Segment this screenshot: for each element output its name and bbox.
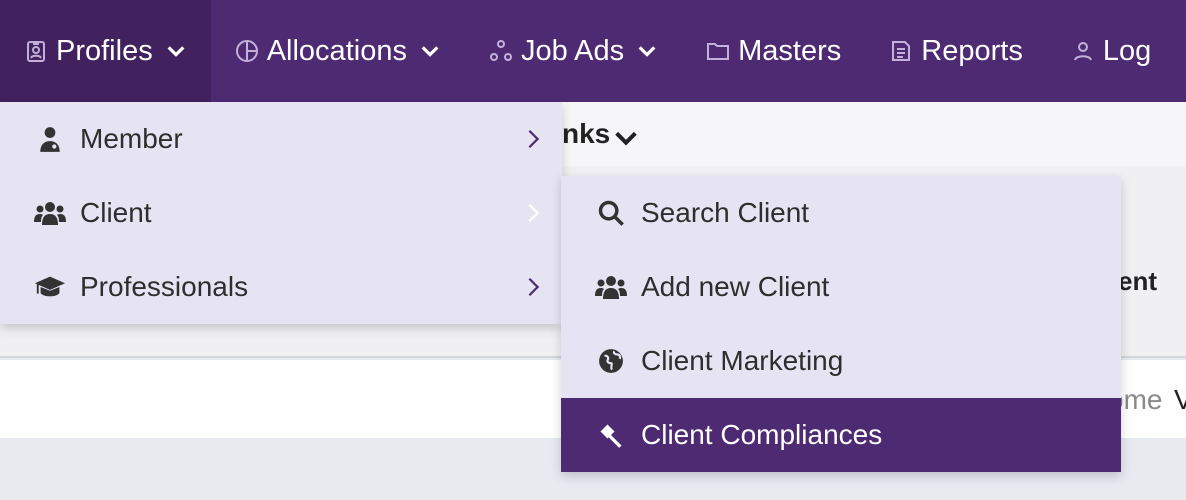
submenu-add-new-client[interactable]: Add new Client	[561, 250, 1121, 324]
users-icon	[34, 197, 66, 229]
pie-chart-icon	[235, 40, 258, 62]
nav-job-ads[interactable]: Job Ads	[465, 0, 682, 102]
document-icon	[892, 41, 911, 61]
submenu-client-marketing-label: Client Marketing	[641, 345, 844, 376]
users-icon	[595, 271, 627, 303]
submenu-add-new-client-label: Add new Client	[641, 271, 830, 302]
nav-masters[interactable]: Masters	[682, 0, 865, 102]
menu-item-client[interactable]: Client	[0, 176, 562, 250]
chevron-right-icon	[528, 129, 540, 149]
graduation-cap-icon	[34, 271, 66, 303]
id-badge-icon	[27, 41, 45, 62]
submenu-client-compliances[interactable]: Client Compliances	[561, 398, 1121, 472]
chevron-down-icon	[421, 46, 439, 57]
nav-masters-label: Masters	[738, 34, 842, 67]
nav-allocations-label: Allocations	[266, 34, 407, 67]
profiles-dropdown: Member Client Professionals	[0, 102, 562, 324]
nav-profiles[interactable]: Profiles	[0, 0, 211, 102]
chevron-down-icon[interactable]	[612, 124, 640, 152]
folder-icon	[707, 43, 730, 60]
submenu-client-compliances-label: Client Compliances	[641, 419, 883, 450]
nav-log-label: Log	[1102, 34, 1152, 67]
submenu-search-client-label: Search Client	[641, 197, 810, 228]
nav-reports[interactable]: Reports	[865, 0, 1047, 102]
menu-item-client-label: Client	[80, 197, 152, 228]
chevron-down-icon	[638, 46, 656, 57]
nav-log[interactable]: Log	[1047, 0, 1175, 102]
globe-icon	[595, 345, 627, 377]
nav-job-ads-label: Job Ads	[520, 34, 625, 67]
nav-reports-label: Reports	[921, 34, 1023, 67]
subbar-text: nks	[562, 118, 611, 149]
nav-profiles-label: Profiles	[56, 34, 153, 67]
menu-item-professionals-label: Professionals	[80, 271, 249, 302]
search-icon	[595, 197, 627, 229]
menu-item-professionals[interactable]: Professionals	[0, 250, 562, 324]
menu-item-member[interactable]: Member	[0, 102, 562, 176]
submenu-search-client[interactable]: Search Client	[561, 176, 1121, 250]
user-icon	[1073, 42, 1092, 61]
network-icon	[489, 40, 512, 61]
breadcrumb-current: V	[1174, 384, 1186, 415]
menu-item-member-label: Member	[80, 123, 183, 154]
submenu-client-marketing[interactable]: Client Marketing	[561, 324, 1121, 398]
chevron-down-icon	[167, 46, 185, 57]
panel-heading-text: ent	[1118, 266, 1157, 296]
gavel-icon	[595, 419, 627, 451]
chevron-right-icon	[528, 203, 540, 223]
top-navbar: Profiles Allocations Job Ads Masters Rep…	[0, 0, 1186, 102]
client-submenu: Search Client Add new Client Client Mark…	[561, 176, 1121, 472]
doctor-icon	[34, 123, 66, 155]
nav-allocations[interactable]: Allocations	[211, 0, 465, 102]
chevron-right-icon	[528, 277, 540, 297]
